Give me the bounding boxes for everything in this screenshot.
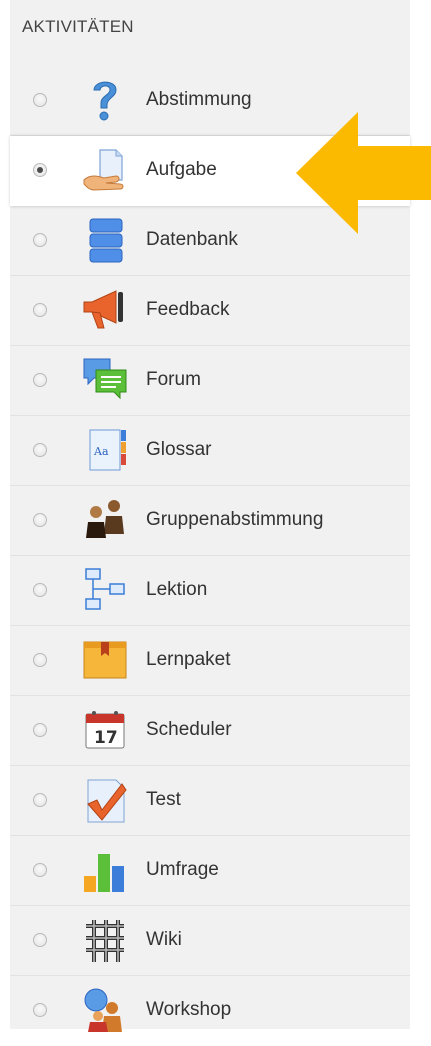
survey-chart-icon [80, 846, 130, 896]
activity-label: Feedback [146, 299, 230, 320]
activity-option-wiki[interactable]: Wiki [10, 906, 410, 976]
quiz-icon [80, 776, 130, 826]
activity-option-gruppenabstimmung[interactable]: Gruppenabstimmung [10, 486, 410, 556]
activity-option-workshop[interactable]: Workshop [10, 976, 410, 1046]
radio-button[interactable] [33, 1003, 47, 1017]
activity-option-forum[interactable]: Forum [10, 346, 410, 416]
activity-label: Scheduler [146, 719, 232, 740]
activity-label: Workshop [146, 999, 232, 1020]
glossary-icon: Aa [80, 426, 130, 476]
activity-label: Forum [146, 369, 201, 390]
lesson-icon [80, 566, 130, 616]
activity-label: Datenbank [146, 229, 238, 250]
activity-label: Umfrage [146, 859, 219, 880]
activity-label: Abstimmung [146, 89, 252, 110]
forum-icon [80, 356, 130, 406]
activity-label: Wiki [146, 929, 182, 950]
activity-option-scheduler[interactable]: 17 Scheduler [10, 696, 410, 766]
svg-text:17: 17 [94, 728, 118, 748]
activity-label: Gruppenabstimmung [146, 509, 324, 530]
group-choice-icon [80, 496, 130, 546]
radio-button[interactable] [33, 723, 47, 737]
activity-option-lektion[interactable]: Lektion [10, 556, 410, 626]
radio-button[interactable] [33, 303, 47, 317]
radio-button[interactable] [33, 163, 47, 177]
radio-button[interactable] [33, 373, 47, 387]
package-icon [80, 636, 130, 686]
activity-option-feedback[interactable]: Feedback [10, 276, 410, 346]
radio-button[interactable] [33, 653, 47, 667]
svg-text:Aa: Aa [93, 445, 109, 458]
radio-button[interactable] [33, 513, 47, 527]
database-icon [80, 216, 130, 266]
activity-label: Glossar [146, 439, 212, 460]
radio-button[interactable] [33, 793, 47, 807]
activity-option-glossar[interactable]: Aa Glossar [10, 416, 410, 486]
radio-button[interactable] [33, 863, 47, 877]
activity-option-lernpaket[interactable]: Lernpaket [10, 626, 410, 696]
megaphone-icon [80, 286, 130, 336]
question-icon [80, 76, 130, 126]
section-heading: AKTIVITÄTEN [22, 17, 134, 36]
activity-label: Aufgabe [146, 159, 217, 180]
activity-label: Lernpaket [146, 649, 231, 670]
radio-button[interactable] [33, 93, 47, 107]
assignment-icon [80, 146, 130, 196]
wiki-icon [80, 916, 130, 966]
radio-button[interactable] [33, 233, 47, 247]
activity-label: Test [146, 789, 181, 810]
activity-option-umfrage[interactable]: Umfrage [10, 836, 410, 906]
radio-button[interactable] [33, 583, 47, 597]
radio-button[interactable] [33, 933, 47, 947]
radio-button[interactable] [33, 443, 47, 457]
arrow-left-icon [290, 110, 431, 236]
activity-label: Lektion [146, 579, 208, 600]
activity-option-test[interactable]: Test [10, 766, 410, 836]
calendar-icon: 17 [80, 706, 130, 756]
